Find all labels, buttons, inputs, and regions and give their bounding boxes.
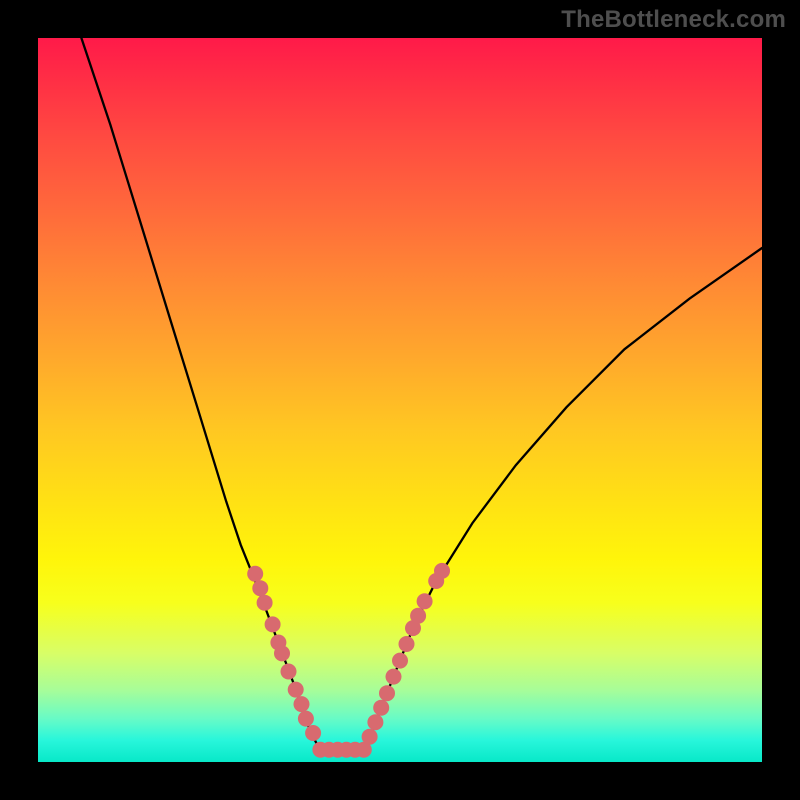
data-marker: [288, 682, 304, 698]
data-marker: [265, 616, 281, 632]
data-marker: [294, 696, 310, 712]
data-marker: [392, 653, 408, 669]
data-marker: [305, 725, 321, 741]
data-marker: [367, 714, 383, 730]
data-marker: [373, 700, 389, 716]
data-marker: [386, 669, 402, 685]
data-marker: [298, 711, 314, 727]
data-marker: [379, 685, 395, 701]
data-marker: [274, 645, 290, 661]
data-marker: [281, 664, 297, 680]
data-marker: [417, 593, 433, 609]
data-marker: [252, 580, 268, 596]
curve-layer: [38, 38, 762, 762]
data-marker: [434, 563, 450, 579]
data-marker: [399, 636, 415, 652]
marker-group: [247, 563, 450, 758]
watermark-text: TheBottleneck.com: [561, 6, 786, 34]
right-curve: [364, 248, 762, 751]
plot-area: [38, 38, 762, 762]
data-marker: [410, 608, 426, 624]
chart-frame: TheBottleneck.com: [0, 0, 800, 800]
data-marker: [247, 566, 263, 582]
data-marker: [362, 729, 378, 745]
data-marker: [257, 595, 273, 611]
